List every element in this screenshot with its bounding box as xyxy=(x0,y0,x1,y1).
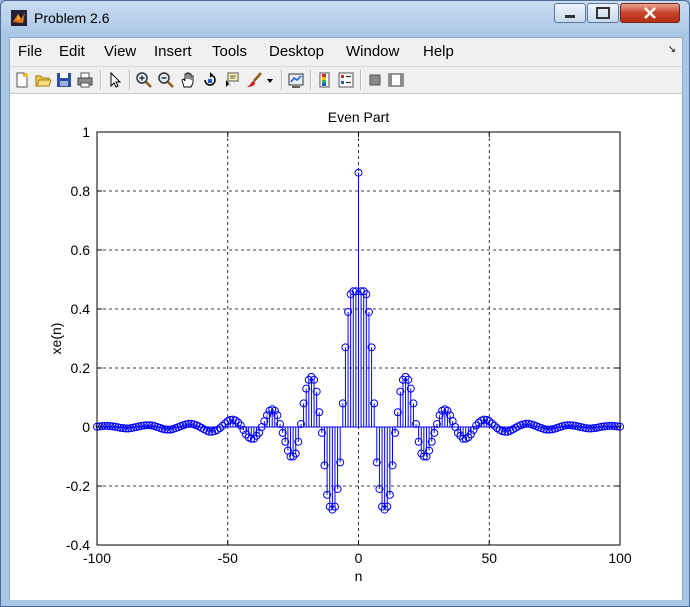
x-tick-label: -50 xyxy=(218,550,238,566)
y-tick-label: 0.4 xyxy=(71,301,91,317)
toolbar-separator xyxy=(360,70,362,90)
save-icon[interactable] xyxy=(55,71,73,89)
figure-client-area: File Edit View Insert Tools Desktop Wind… xyxy=(9,37,683,600)
maximize-button[interactable] xyxy=(587,3,619,23)
stem-plot[interactable]: -100 -50 0 50 100-0.4-0.200.20.40.60.81 Even… xyxy=(10,94,682,600)
plot-title: Even Part xyxy=(328,109,390,125)
y-axis-label: xe(n) xyxy=(48,323,64,355)
pointer-icon[interactable] xyxy=(106,71,124,89)
pan-icon[interactable] xyxy=(179,71,197,89)
menu-view[interactable]: View xyxy=(104,43,136,60)
brush-dropdown-icon[interactable] xyxy=(265,71,275,89)
menu-insert[interactable]: Insert xyxy=(154,43,192,60)
menu-help[interactable]: Help xyxy=(423,43,454,60)
menu-edit[interactable]: Edit xyxy=(59,43,85,60)
link-plot-icon[interactable] xyxy=(287,71,305,89)
figure-window: Problem 2.6 File Edit View Insert Tools … xyxy=(0,0,690,607)
x-tick-label: 100 xyxy=(608,550,632,566)
x-tick-label: 0 xyxy=(355,550,363,566)
minimize-button[interactable] xyxy=(554,3,586,23)
menu-file[interactable]: File xyxy=(18,43,42,60)
title-bar[interactable]: Problem 2.6 xyxy=(1,1,689,35)
data-cursor-icon[interactable] xyxy=(223,71,241,89)
y-tick-label: -0.2 xyxy=(66,478,90,494)
maximize-icon xyxy=(596,7,610,19)
matlab-logo-icon xyxy=(11,10,27,26)
new-figure-icon[interactable] xyxy=(13,71,31,89)
figure-canvas: -100 -50 0 50 100 -0.4 -0.2 0 0.2 0.4 0.6 0.8 1 Even… xyxy=(10,94,682,600)
menu-window[interactable]: Window xyxy=(346,43,399,60)
y-tick-label: 0.8 xyxy=(71,183,91,199)
toolbar-separator xyxy=(129,70,131,90)
rotate-3d-icon[interactable] xyxy=(201,71,219,89)
toolbar-separator xyxy=(100,70,102,90)
minimize-icon xyxy=(565,15,575,18)
show-plot-tools-icon[interactable] xyxy=(387,71,405,89)
y-tick-label: -0.4 xyxy=(66,537,90,553)
zoom-in-icon[interactable] xyxy=(135,71,153,89)
colorbar-icon[interactable] xyxy=(316,71,334,89)
close-icon xyxy=(644,7,656,19)
hide-plot-tools-icon[interactable] xyxy=(366,71,384,89)
menu-desktop[interactable]: Desktop xyxy=(269,43,324,60)
legend-icon[interactable] xyxy=(337,71,355,89)
x-tick-label: 50 xyxy=(481,550,497,566)
toolbar-separator xyxy=(310,70,312,90)
menu-tools[interactable]: Tools xyxy=(212,43,247,60)
brush-icon[interactable] xyxy=(245,71,263,89)
y-tick-label: 1 xyxy=(82,124,90,140)
y-tick-label: 0.2 xyxy=(71,360,91,376)
window-title: Problem 2.6 xyxy=(34,10,110,26)
print-icon[interactable] xyxy=(76,71,94,89)
x-axis-label: n xyxy=(355,568,363,584)
open-file-icon[interactable] xyxy=(34,71,52,89)
menu-overflow-icon[interactable]: ↘ xyxy=(668,44,676,55)
y-tick-label: 0.6 xyxy=(71,242,91,258)
zoom-out-icon[interactable] xyxy=(157,71,175,89)
close-button[interactable] xyxy=(620,3,680,23)
y-tick-label: 0 xyxy=(82,419,90,435)
toolbar-separator xyxy=(281,70,283,90)
menu-bar: File Edit View Insert Tools Desktop Wind… xyxy=(10,38,682,67)
figure-toolbar xyxy=(10,67,682,94)
